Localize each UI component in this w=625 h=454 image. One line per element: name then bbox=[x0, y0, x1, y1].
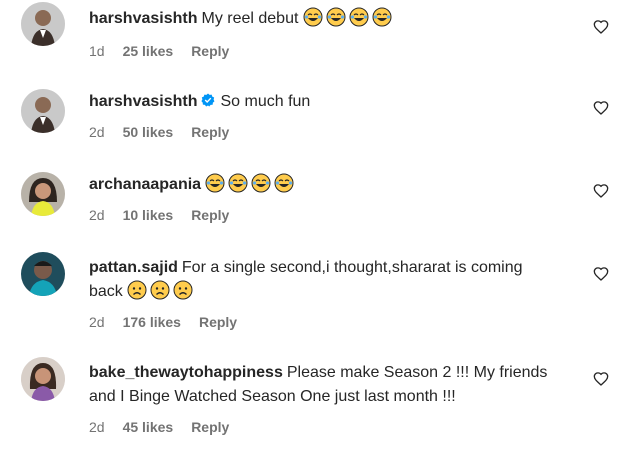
comment-text: bake_thewaytohappiness Please make Season… bbox=[89, 361, 569, 409]
avatar[interactable] bbox=[21, 89, 65, 133]
likes-count[interactable]: 45 likes bbox=[123, 419, 174, 435]
sad-face-icon bbox=[127, 280, 147, 300]
comment-text: pattan.sajid For a single second,i though… bbox=[89, 256, 569, 304]
comment-message: and I Binge Watched Season One just last… bbox=[89, 388, 456, 405]
reply-button[interactable]: Reply bbox=[191, 207, 229, 223]
heart-outline-icon[interactable] bbox=[593, 183, 609, 199]
laughing-tears-icon bbox=[372, 7, 392, 27]
heart-outline-icon[interactable] bbox=[593, 371, 609, 387]
verified-badge-icon bbox=[201, 93, 215, 107]
comment-meta: 2d 45 likes Reply bbox=[89, 419, 247, 435]
likes-count[interactable]: 50 likes bbox=[123, 124, 174, 140]
username-link[interactable]: pattan.sajid bbox=[89, 259, 178, 276]
laughing-tears-icon bbox=[326, 7, 346, 27]
timestamp[interactable]: 2d bbox=[89, 207, 105, 223]
laughing-tears-icon bbox=[303, 7, 323, 27]
comment-text: archanaapania bbox=[89, 173, 569, 197]
username-link[interactable]: harshvasishth bbox=[89, 93, 197, 110]
timestamp[interactable]: 1d bbox=[89, 43, 105, 59]
username-link[interactable]: bake_thewaytohappiness bbox=[89, 364, 283, 381]
avatar[interactable] bbox=[21, 172, 65, 216]
comment-message: For a single second,i thought,shararat i… bbox=[181, 259, 523, 276]
comment-meta: 2d 176 likes Reply bbox=[89, 314, 255, 330]
laughing-tears-icon bbox=[274, 173, 294, 193]
username-link[interactable]: archanaapania bbox=[89, 176, 201, 193]
laughing-tears-icon bbox=[349, 7, 369, 27]
comment-meta: 2d 10 likes Reply bbox=[89, 207, 247, 223]
laughing-tears-icon bbox=[228, 173, 248, 193]
laughing-tears-icon bbox=[251, 173, 271, 193]
likes-count[interactable]: 176 likes bbox=[123, 314, 181, 330]
laughing-tears-icon bbox=[205, 173, 225, 193]
reply-button[interactable]: Reply bbox=[199, 314, 237, 330]
avatar[interactable] bbox=[21, 2, 65, 46]
likes-count[interactable]: 10 likes bbox=[123, 207, 174, 223]
reply-button[interactable]: Reply bbox=[191, 419, 229, 435]
timestamp[interactable]: 2d bbox=[89, 419, 105, 435]
comment-text: harshvasishth My reel debut bbox=[89, 7, 569, 31]
reply-button[interactable]: Reply bbox=[191, 43, 229, 59]
likes-count[interactable]: 25 likes bbox=[123, 43, 174, 59]
comment-text: harshvasishth So much fun bbox=[89, 90, 569, 114]
comment-message: back bbox=[89, 283, 123, 300]
username-link[interactable]: harshvasishth bbox=[89, 10, 197, 27]
heart-outline-icon[interactable] bbox=[593, 100, 609, 116]
sad-face-icon bbox=[173, 280, 193, 300]
timestamp[interactable]: 2d bbox=[89, 314, 105, 330]
avatar[interactable] bbox=[21, 252, 65, 296]
comment-meta: 2d 50 likes Reply bbox=[89, 124, 247, 140]
reply-button[interactable]: Reply bbox=[191, 124, 229, 140]
comment-meta: 1d 25 likes Reply bbox=[89, 43, 247, 59]
heart-outline-icon[interactable] bbox=[593, 19, 609, 35]
comment-message: My reel debut bbox=[201, 10, 299, 27]
avatar[interactable] bbox=[21, 357, 65, 401]
comment-message: Please make Season 2 !!! My friends bbox=[286, 364, 548, 381]
comment-message: So much fun bbox=[220, 93, 311, 110]
heart-outline-icon[interactable] bbox=[593, 266, 609, 282]
sad-face-icon bbox=[150, 280, 170, 300]
timestamp[interactable]: 2d bbox=[89, 124, 105, 140]
